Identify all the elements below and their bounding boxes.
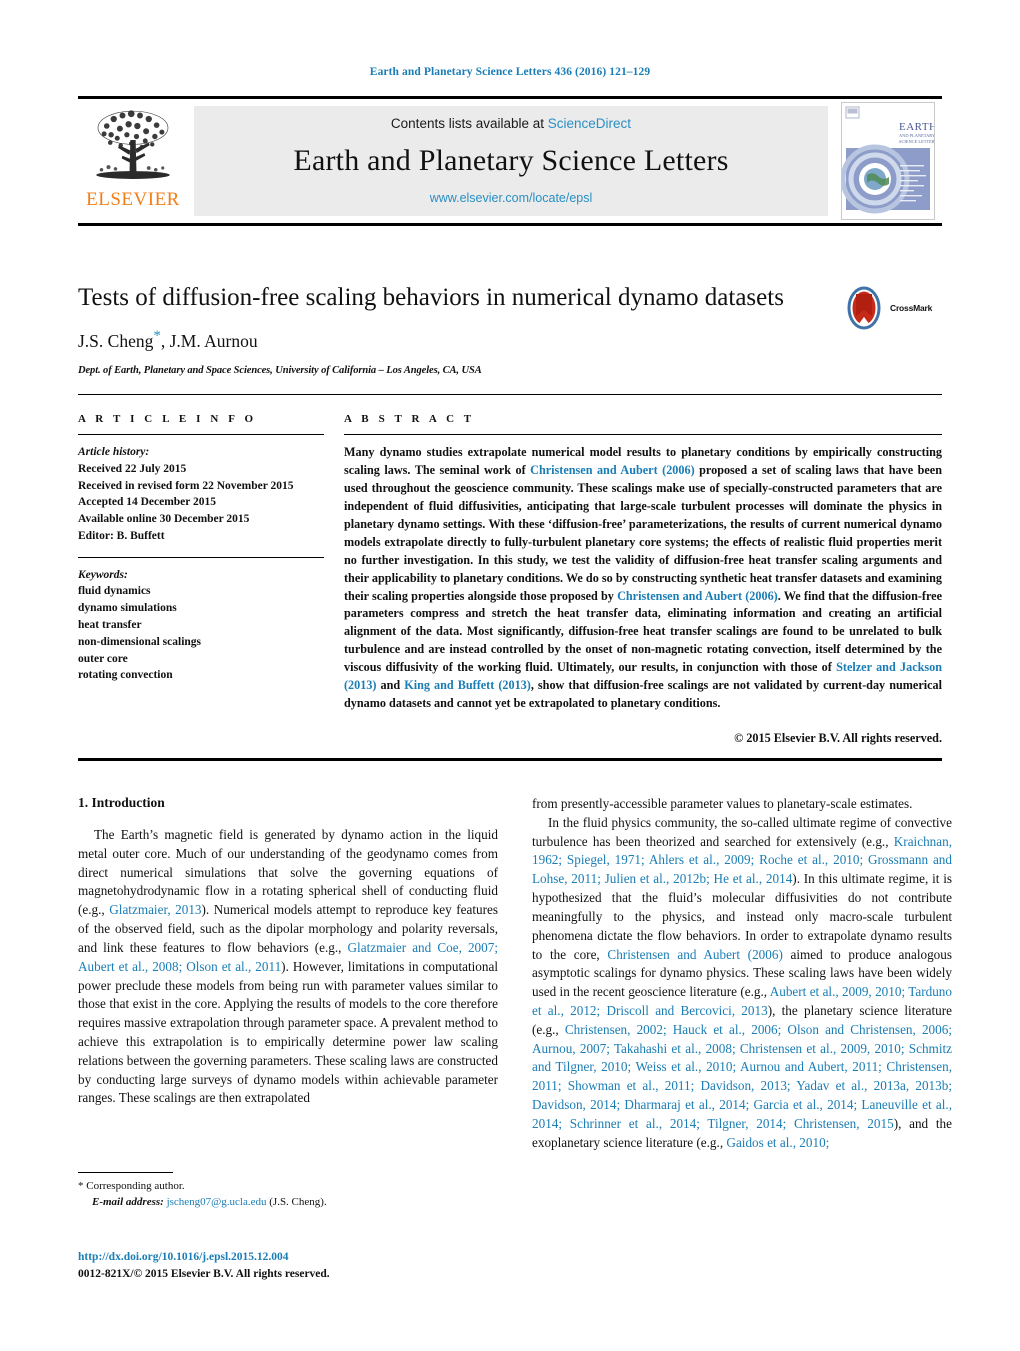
crossmark-badge[interactable]: CrossMark [842,285,942,331]
journal-cover-thumbnail: EARTH AND PLANETARY SCIENCE LETTERS [841,102,935,220]
divider-above-info [78,394,942,395]
info-abstract-region: A R T I C L E I N F O Article history: R… [78,413,942,746]
intro-paragraph-left: The Earth’s magnetic field is generated … [78,826,498,1108]
history-item: Received in revised form 22 November 201… [78,479,294,492]
sciencedirect-link[interactable]: ScienceDirect [548,116,631,131]
corresponding-author-mark[interactable]: * [153,328,161,344]
citation-link[interactable]: Glatzmaier, 2013 [109,902,201,917]
body-columns: 1. Introduction The Earth’s magnetic fie… [78,795,952,1152]
svg-text:EARTH: EARTH [899,121,934,133]
intro-paragraph-right: In the fluid physics community, the so-c… [532,814,952,1153]
article-info-heading: A R T I C L E I N F O [78,413,257,425]
keyword-item: heat transfer [78,619,142,632]
contents-available-line: Contents lists available at ScienceDirec… [391,116,631,131]
svg-text:SCIENCE LETTERS: SCIENCE LETTERS [899,139,934,144]
abstract-copyright: © 2015 Elsevier B.V. All rights reserved… [734,731,942,746]
abstract-rule [344,434,942,435]
para-seg: In the fluid physics community, the so-c… [532,814,952,849]
abstract-citation-link[interactable]: King and Buffett (2013) [404,678,531,692]
footnote-divider [78,1172,173,1173]
email-address-label: E-mail address: [92,1195,164,1208]
doi-block: http://dx.doi.org/10.1016/j.epsl.2015.12… [78,1249,508,1282]
keyword-item: outer core [78,652,128,665]
elsevier-logo: ELSEVIER [78,99,188,223]
title-block: Tests of diffusion-free scaling behavior… [78,283,942,376]
masthead-center: Contents lists available at ScienceDirec… [194,106,828,216]
article-info-column: A R T I C L E I N F O Article history: R… [78,413,324,746]
journal-cover-cell: EARTH AND PLANETARY SCIENCE LETTERS [834,99,942,223]
contents-prefix: Contents lists available at [390,116,545,131]
journal-masthead: ELSEVIER Contents lists available at Sci… [78,96,942,226]
abstract-citation-link[interactable]: Christensen and Aubert (2006) [530,463,694,477]
article-history-label: Article history: [78,446,150,458]
section-heading-introduction: 1. Introduction [78,795,165,810]
history-item: Received 22 July 2015 [78,462,187,475]
abstract-seg: and [376,678,405,693]
paper-page: Earth and Planetary Science Letters 436 … [0,0,1020,1351]
body-column-left: 1. Introduction The Earth’s magnetic fie… [78,795,498,1152]
issn-copyright-line: 0012-821X/© 2015 Elsevier B.V. All right… [78,1267,330,1280]
keywords-group: Keywords: fluid dynamics dynamo simulati… [78,567,324,684]
author-2: , J.M. Aurnou [160,330,258,351]
keyword-item: fluid dynamics [78,585,151,598]
history-item: Editor: B. Buffett [78,529,165,542]
journal-url-link[interactable]: www.elsevier.com/locate/epsl [430,191,593,205]
article-info-rule [78,434,324,435]
article-history-group: Article history: Received 22 July 2015 R… [78,444,324,545]
journal-cover-art: EARTH AND PLANETARY SCIENCE LETTERS [842,103,934,219]
history-item: Accepted 14 December 2015 [78,496,217,509]
page-title: Tests of diffusion-free scaling behavior… [78,284,784,311]
citation-link[interactable]: Christensen, 2002; Hauck et al., 2006; O… [532,1022,952,1131]
keywords-rule [78,556,324,558]
body-column-right: from presently-accessible parameter valu… [532,795,952,1152]
footnote-block: * Corresponding author. E-mail address: … [78,1172,498,1211]
running-head: Earth and Planetary Science Letters 436 … [369,66,651,78]
footnote-corresponding-text: Corresponding author. [86,1180,185,1192]
keyword-item: rotating convection [78,669,173,682]
history-item: Available online 30 December 2015 [78,513,250,526]
svg-text:AND PLANETARY: AND PLANETARY [899,133,934,138]
elsevier-tree-icon [96,110,170,179]
intro-paragraph-continued: from presently-accessible parameter valu… [532,796,913,811]
footnote-star-mark: * [78,1180,84,1192]
keywords-label: Keywords: [78,568,128,581]
citation-link[interactable]: Gaidos et al., 2010; [726,1135,829,1150]
abstract-citation-link[interactable]: Christensen and Aubert (2006) [617,589,778,603]
email-link[interactable]: jscheng07@g.ucla.edu [167,1196,267,1208]
email-owner: (J.S. Cheng). [269,1195,327,1208]
para-seg: ). However, limitations in computational… [78,958,498,1106]
abstract-heading: A B S T R A C T [344,413,475,425]
footnote-email-line: E-mail address: jscheng07@g.ucla.edu (J.… [78,1195,498,1211]
abstract-seg: proposed a set of scaling laws that have… [344,462,942,603]
abstract-text: Many dynamo studies extrapolate numerica… [344,444,942,713]
abstract-column: A B S T R A C T Many dynamo studies extr… [344,413,942,746]
author-list: J.S. Cheng*, J.M. Aurnou [78,328,942,352]
keyword-item: non-dimensional scalings [78,635,202,648]
elsevier-wordmark: ELSEVIER [86,189,180,210]
crossmark-icon [847,286,881,330]
keyword-item: dynamo simulations [78,602,177,615]
divider-below-abstract [78,758,942,761]
journal-title: Earth and Planetary Science Letters [293,144,729,177]
crossmark-label: CrossMark [890,303,933,313]
affiliation: Dept. of Earth, Planetary and Space Scie… [78,365,482,377]
author-1: J.S. Cheng [78,330,154,351]
doi-link[interactable]: http://dx.doi.org/10.1016/j.epsl.2015.12… [78,1249,508,1266]
footnote-corresponding-line: * Corresponding author. [78,1179,498,1195]
citation-link[interactable]: Christensen and Aubert (2006) [607,947,782,962]
